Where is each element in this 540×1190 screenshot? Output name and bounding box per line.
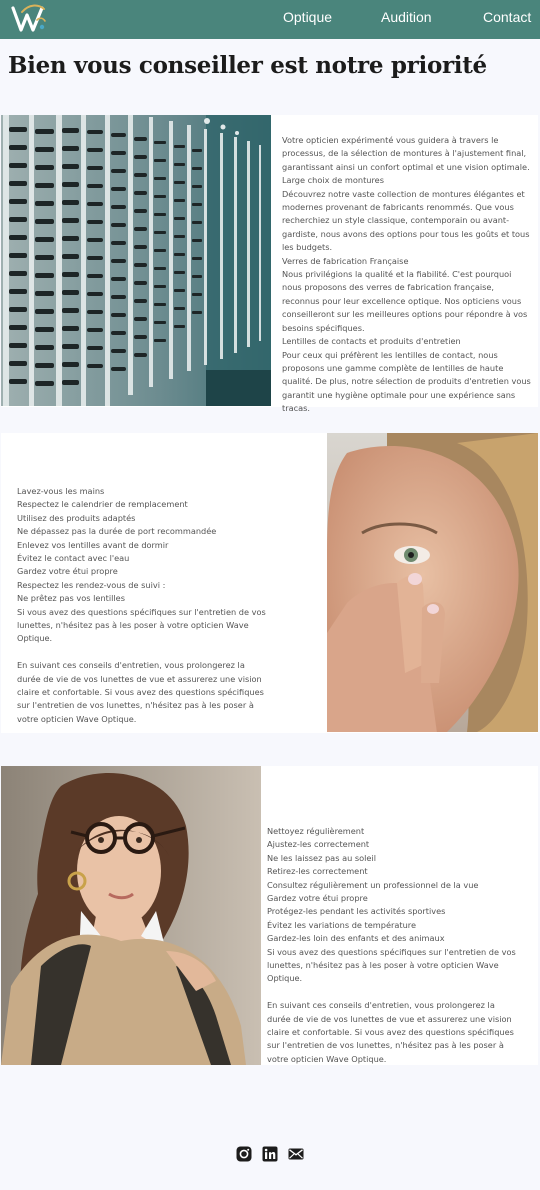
tip-item: Consultez régulièrement un professionnel…	[267, 879, 479, 890]
tip-item: Lavez-vous les mains	[17, 486, 105, 496]
tip-item: Respectez le calendrier de remplacement	[17, 499, 188, 510]
section1-heading: Lentilles de contacts et produits d'entr…	[282, 336, 461, 347]
section1-paragraph: Votre opticien expérimenté vous guidera …	[282, 135, 530, 172]
eyeglasses-display-photo	[1, 115, 271, 406]
tip-item: Si vous avez des questions spécifiques s…	[267, 946, 516, 984]
nav-link-contact[interactable]: Contact	[483, 9, 531, 25]
section1-paragraph: Pour ceux qui préfèrent les lentilles de…	[282, 349, 531, 414]
tip-item: Retirez-les correctement	[267, 866, 368, 877]
tip-item: Ne les laissez pas au soleil	[267, 852, 377, 863]
tip-item: Gardez-les loin des enfants et des anima…	[267, 933, 445, 944]
tip-item: Protégez-les pendant les activités sport…	[267, 906, 446, 917]
page-title: Bien vous conseiller est notre priorité	[8, 52, 487, 79]
instagram-icon[interactable]	[236, 1146, 252, 1162]
tip-item: Ajustez-les correctement	[267, 839, 370, 850]
section1-paragraph: Découvrez notre vaste collection de mont…	[282, 188, 530, 253]
mail-icon[interactable]	[288, 1146, 304, 1162]
tip-item: Gardez votre étui propre	[267, 893, 368, 904]
nav-link-optique[interactable]: Optique	[283, 9, 332, 25]
section2-text: Lavez-vous les mains Respectez le calend…	[17, 485, 269, 726]
section1-heading: Verres de fabrication Française	[282, 255, 409, 266]
tip-item: Évitez les variations de température	[267, 919, 416, 930]
woman-glasses-photo	[1, 766, 261, 1065]
tip-item: Ne prêtez pas vos lentilles	[17, 593, 125, 604]
section3-text: Nettoyez régulièrement Ajustez-les corre…	[267, 825, 519, 1066]
tip-item: Ne dépassez pas la durée de port recomma…	[17, 526, 217, 537]
section1-heading: Large choix de montures	[282, 175, 384, 186]
section3-closing: En suivant ces conseils d'entretien, vou…	[267, 1000, 514, 1064]
tip-item: Si vous avez des questions spécifiques s…	[17, 606, 266, 644]
social-links	[236, 1146, 308, 1164]
tip-item: Utilisez des produits adaptés	[17, 512, 136, 523]
tip-item: Nettoyez régulièrement	[267, 826, 365, 836]
tip-item: Respectez les rendez-vous de suivi :	[17, 579, 166, 590]
section2-closing: En suivant ces conseils d'entretien, vou…	[17, 660, 264, 724]
top-nav: Optique Audition Contact	[0, 0, 540, 39]
woman-contact-lens-photo	[327, 433, 538, 732]
nav-link-audition[interactable]: Audition	[381, 9, 432, 25]
section1-paragraph: Nous privilégions la qualité et la fiabi…	[282, 269, 528, 333]
section1-text: Votre opticien expérimenté vous guidera …	[282, 134, 532, 416]
linkedin-icon[interactable]	[262, 1146, 278, 1162]
tip-item: Gardez votre étui propre	[17, 566, 118, 577]
tip-item: Enlevez vos lentilles avant de dormir	[17, 539, 169, 550]
wave-optique-logo-icon[interactable]	[10, 3, 48, 35]
tip-item: Évitez le contact avec l'eau	[17, 553, 130, 564]
